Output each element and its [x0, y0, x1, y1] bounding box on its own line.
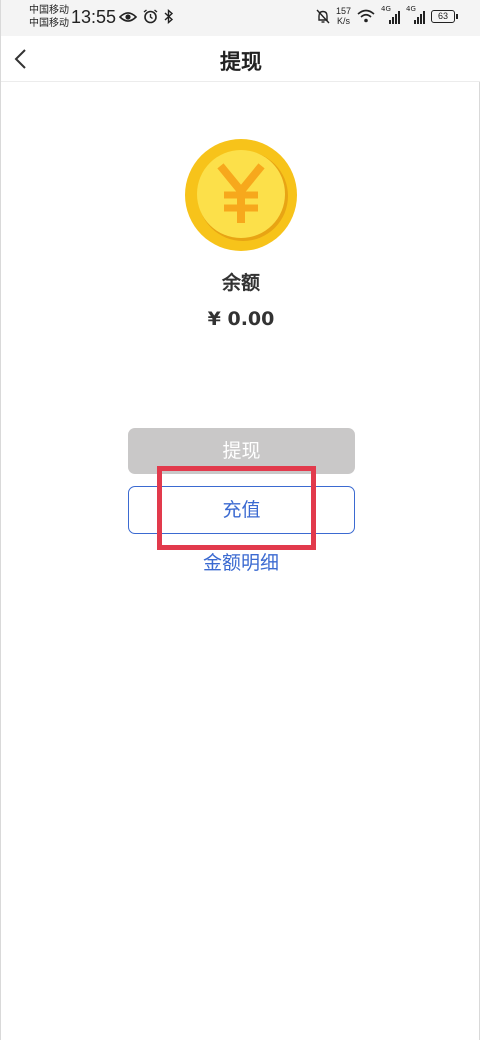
nav-bar: 提现 — [1, 36, 480, 82]
signal-icon: 4G — [381, 5, 400, 24]
carrier-1: 中国移动 — [29, 5, 69, 16]
withdraw-button[interactable]: 提现 — [128, 428, 355, 474]
balance-label: 余额 — [221, 272, 260, 294]
eye-icon — [119, 11, 137, 22]
carrier-2: 中国移动 — [29, 18, 69, 29]
wifi-icon — [357, 9, 375, 23]
alarm-icon — [143, 9, 158, 24]
withdraw-page: 中国移动 中国移动 13:55 157 K/s 4G 4G 63 提现 余额 ¥… — [0, 0, 480, 1040]
signal-icon: 4G — [406, 5, 425, 24]
net-speed-value: 157 — [335, 6, 351, 16]
amount-detail-link[interactable]: 金额明细 — [1, 548, 480, 575]
page-title: 提现 — [220, 50, 262, 74]
battery-icon: 63 — [431, 9, 458, 23]
recharge-button[interactable]: 充值 — [128, 486, 355, 534]
bluetooth-icon — [164, 9, 174, 24]
mute-icon — [316, 9, 330, 23]
status-icons-left — [119, 9, 174, 24]
signal-1-tag: 4G — [381, 5, 391, 13]
net-speed-unit: K/s — [336, 16, 350, 26]
net-speed: 157 K/s — [336, 6, 351, 26]
balance-amount: ¥ 0.00 — [207, 308, 275, 330]
status-time: 13:55 — [71, 7, 117, 27]
signal-2-tag: 4G — [406, 5, 416, 13]
carrier-labels: 中国移动 中国移动 — [29, 4, 69, 30]
yuan-coin-icon — [185, 139, 297, 251]
status-icons-right: 157 K/s 4G 4G 63 — [316, 5, 458, 26]
status-bar: 中国移动 中国移动 13:55 157 K/s 4G 4G 63 — [1, 0, 480, 36]
